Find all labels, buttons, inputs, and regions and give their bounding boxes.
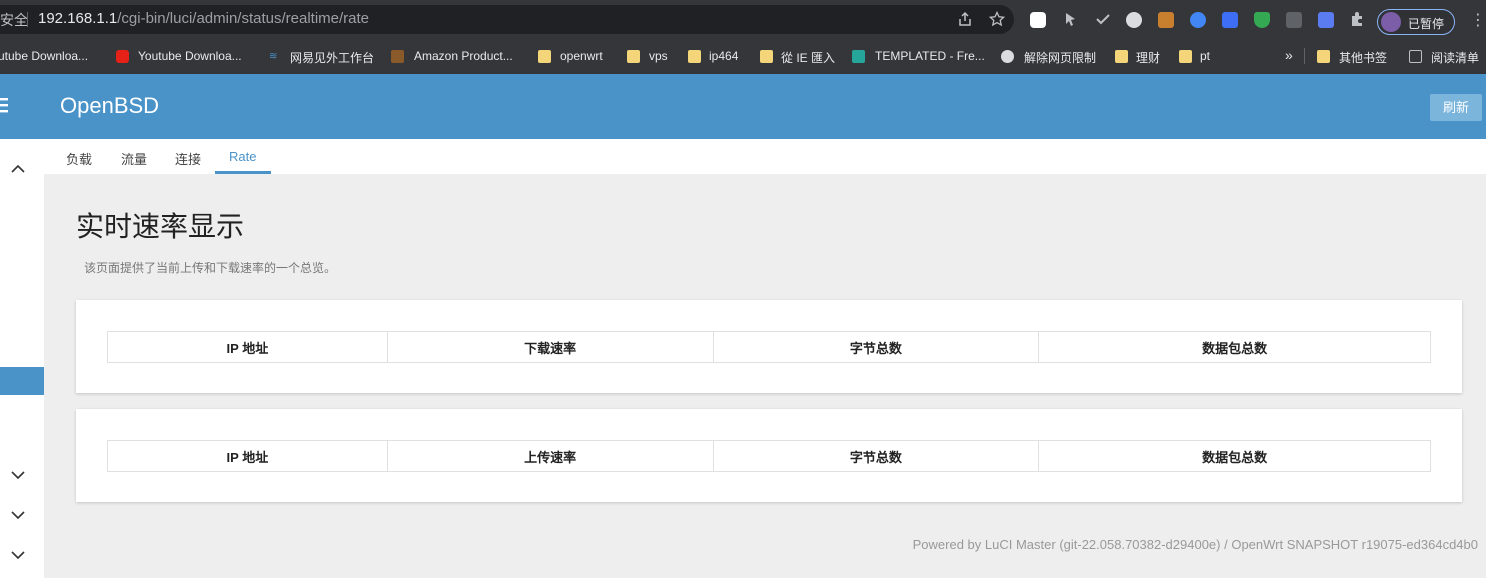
download-rate-card: IP 地址 下载速率 字节总数 数据包总数 — [76, 300, 1462, 393]
chevron-down-icon[interactable] — [10, 507, 26, 523]
tab-connections[interactable]: 连接 — [175, 149, 201, 168]
reading-list-icon — [1409, 50, 1422, 63]
download-rate-table: IP 地址 下载速率 字节总数 数据包总数 — [107, 331, 1431, 363]
column-header: IP 地址 — [107, 331, 388, 363]
bookmark-item[interactable]: TEMPLATED - Fre... — [875, 49, 985, 63]
sidebar-item-active[interactable] — [0, 367, 44, 395]
share-icon[interactable] — [956, 11, 974, 29]
upload-rate-table: IP 地址 上传速率 字节总数 数据包总数 — [107, 440, 1431, 472]
security-label[interactable]: 安全 — [0, 10, 28, 30]
bookmark-item[interactable]: pt — [1200, 49, 1210, 63]
menu-icon[interactable]: ⋮ — [1470, 10, 1486, 30]
folder-icon — [688, 50, 701, 63]
chevron-up-icon[interactable] — [10, 161, 26, 177]
other-bookmarks[interactable]: 其他书签 — [1339, 49, 1387, 66]
bookmarks-bar: utube Downloa... Youtube Downloa... ≋ 网易… — [0, 38, 1486, 74]
bookmark-item[interactable]: vps — [649, 49, 668, 63]
more-bookmarks-button[interactable]: » — [1285, 47, 1293, 63]
column-header: 数据包总数 — [1038, 331, 1431, 363]
bookmark-item[interactable]: utube Downloa... — [0, 49, 88, 63]
tab-bar: 负载 流量 连接 Rate — [44, 139, 1486, 174]
folder-icon — [538, 50, 551, 63]
bookmark-item[interactable]: Amazon Product... — [414, 49, 513, 63]
folder-icon — [627, 50, 640, 63]
gear-extension-icon[interactable] — [1126, 12, 1142, 28]
table-header-row: IP 地址 上传速率 字节总数 数据包总数 — [107, 440, 1431, 472]
tab-traffic[interactable]: 流量 — [121, 149, 147, 168]
shield-extension-icon[interactable] — [1254, 12, 1270, 28]
page-title: 实时速率显示 — [76, 211, 245, 242]
tab-load[interactable]: 负载 — [66, 149, 92, 168]
chevron-down-icon[interactable] — [10, 467, 26, 483]
puzzle-icon[interactable] — [1348, 11, 1366, 29]
script-extension-icon[interactable] — [1286, 12, 1302, 28]
column-header: 字节总数 — [712, 440, 1040, 472]
reading-list[interactable]: 阅读清单 — [1431, 49, 1479, 66]
sidebar — [0, 139, 44, 578]
bookmark-item[interactable]: openwrt — [560, 49, 603, 63]
bookmarks-divider — [1304, 48, 1305, 64]
translate-extension-icon[interactable] — [1190, 12, 1206, 28]
check-extension-icon[interactable] — [1094, 11, 1112, 29]
bookmark-item[interactable]: 解除网页限制 — [1024, 49, 1096, 66]
column-header: 数据包总数 — [1038, 440, 1431, 472]
profile-status: 已暂停 — [1408, 17, 1445, 31]
profile-button[interactable]: 已暂停 — [1377, 9, 1455, 35]
folder-icon — [1179, 50, 1192, 63]
amazon-icon — [391, 50, 404, 63]
globe-icon — [1001, 50, 1014, 63]
page-description: 该页面提供了当前上传和下载速率的一个总览。 — [84, 261, 337, 275]
browser-toolbar: 安全 192.168.1.1/cgi-bin/luci/admin/status… — [0, 0, 1486, 38]
column-header: 下载速率 — [386, 331, 714, 363]
dictionary-extension-icon[interactable] — [1222, 12, 1238, 28]
column-header: 字节总数 — [712, 331, 1040, 363]
folder-icon — [1115, 50, 1128, 63]
app-header: OpenBSD 刷新 — [0, 74, 1486, 139]
avatar — [1381, 12, 1401, 32]
extension-icon[interactable] — [1030, 12, 1046, 28]
column-header: IP 地址 — [107, 440, 388, 472]
folder-icon — [760, 50, 773, 63]
bookmark-item[interactable]: Youtube Downloa... — [138, 49, 242, 63]
bookmark-item[interactable]: 從 IE 匯入 — [781, 49, 835, 66]
url-text[interactable]: 192.168.1.1/cgi-bin/luci/admin/status/re… — [38, 10, 369, 27]
star-icon[interactable] — [988, 10, 1006, 29]
bookmark-item[interactable]: 理财 — [1136, 49, 1160, 66]
footer-text: Powered by LuCI Master (git-22.058.70382… — [912, 537, 1478, 552]
tab-rate[interactable]: Rate — [229, 149, 256, 164]
bookmark-item[interactable]: ip464 — [709, 49, 738, 63]
discord-extension-icon[interactable] — [1318, 12, 1334, 28]
upload-rate-card: IP 地址 上传速率 字节总数 数据包总数 — [76, 409, 1462, 502]
address-divider — [27, 12, 28, 27]
chevron-down-icon[interactable] — [10, 547, 26, 563]
cursor-extension-icon[interactable] — [1062, 11, 1080, 29]
youtube-icon — [116, 50, 129, 63]
brand-title[interactable]: OpenBSD — [60, 93, 159, 119]
folder-icon — [1317, 50, 1330, 63]
table-header-row: IP 地址 下载速率 字节总数 数据包总数 — [107, 331, 1431, 363]
image-extension-icon[interactable] — [1158, 12, 1174, 28]
refresh-button[interactable]: 刷新 — [1430, 94, 1482, 121]
wave-icon: ≋ — [269, 51, 278, 62]
active-tab-indicator — [215, 171, 271, 174]
column-header: 上传速率 — [386, 440, 714, 472]
menu-toggle-icon[interactable] — [0, 94, 8, 120]
templated-icon — [852, 50, 865, 63]
bookmark-item[interactable]: 网易见外工作台 — [290, 49, 374, 66]
